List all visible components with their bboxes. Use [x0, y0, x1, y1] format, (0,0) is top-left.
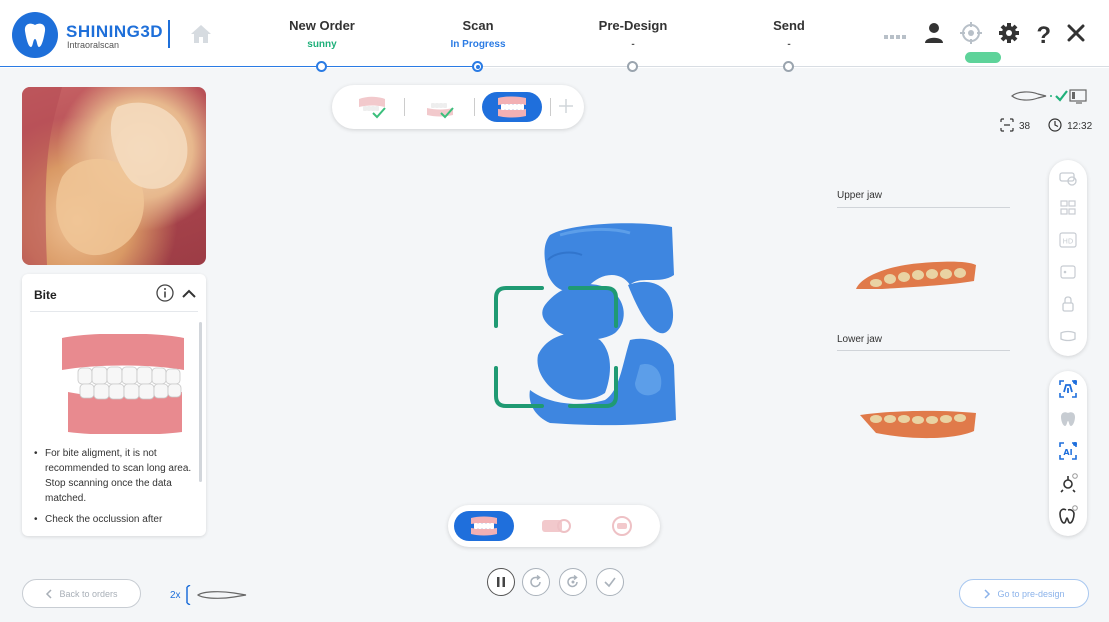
step-dot-pre-design	[627, 61, 638, 72]
scan-speed-indicator: 2x	[170, 585, 254, 605]
top-header: SHINING3D Intraoralscan New Order sunny …	[0, 0, 1109, 68]
back-to-orders-button[interactable]: Back to orders	[22, 579, 141, 608]
jaw-mode-bar	[332, 85, 584, 129]
svg-text:HD: HD	[1063, 238, 1074, 246]
bite-mode-button[interactable]	[482, 92, 542, 122]
upper-jaw-mode-button[interactable]	[344, 92, 400, 122]
go-to-pre-design-label: Go to pre-design	[997, 588, 1065, 599]
bite-panel-divider	[30, 311, 198, 312]
tooth-view-icon[interactable]	[1058, 168, 1078, 188]
lower-jaw-divider	[837, 350, 1010, 351]
bite-panel-scrollbar[interactable]	[199, 322, 202, 482]
brand-divider	[168, 20, 170, 48]
hd-mode-icon[interactable]: HD	[1058, 230, 1078, 250]
step-pre-design[interactable]: Pre-Design -	[573, 18, 693, 50]
help-icon[interactable]: ?	[1036, 23, 1051, 47]
go-to-pre-design-button[interactable]: Go to pre-design	[959, 579, 1089, 608]
home-icon[interactable]	[190, 24, 212, 49]
header-actions: ?	[884, 22, 1085, 49]
calibration-status-badge	[965, 52, 1001, 63]
rotate-view-icon[interactable]	[1058, 473, 1078, 493]
redo-button[interactable]	[522, 568, 550, 596]
scan-view-bar	[448, 505, 660, 547]
info-icon[interactable]	[156, 284, 174, 307]
bite-teeth-illustration	[60, 333, 186, 439]
gear-icon[interactable]	[998, 22, 1020, 49]
bite-guide-panel: Bite For bite aligment, it is not recomm…	[22, 274, 206, 536]
svg-text:AI: AI	[1063, 448, 1072, 457]
tooth-tool-icon[interactable]	[1058, 505, 1078, 525]
scanner-connected-icon	[1010, 87, 1090, 110]
step-scan[interactable]: Scan In Progress	[418, 18, 538, 50]
scan-view-side-button[interactable]	[540, 517, 572, 540]
brand-name: SHINING3D	[66, 22, 164, 41]
scan-focus-frame	[494, 286, 618, 413]
mode-separator	[404, 98, 405, 116]
bite-tip-item: Check the occlussion after	[34, 512, 194, 527]
scan-time: 12:32	[1067, 121, 1093, 132]
lock-icon[interactable]	[1058, 294, 1078, 314]
pause-button[interactable]	[487, 568, 515, 596]
chevron-left-icon	[46, 588, 53, 599]
mode-separator	[474, 98, 475, 116]
ai-scan-icon[interactable]: AI	[1058, 441, 1078, 461]
confirm-button[interactable]	[596, 568, 624, 596]
step-new-order[interactable]: New Order sunny	[262, 18, 382, 50]
lower-jaw-mode-button[interactable]	[412, 92, 468, 122]
upper-jaw-divider	[837, 207, 1010, 208]
clock-icon	[1048, 118, 1062, 135]
scan-view-front-button[interactable]	[610, 515, 634, 542]
dots-indicator-icon	[884, 27, 908, 45]
step-send[interactable]: Send -	[729, 18, 849, 50]
brand-subtitle: Intraoralscan	[67, 40, 120, 50]
upper-jaw-preview[interactable]	[852, 255, 980, 300]
scan-tool-column: AI	[1049, 371, 1087, 536]
user-icon[interactable]	[924, 22, 944, 49]
bite-panel-title: Bite	[34, 288, 57, 302]
step-dot-send	[783, 61, 794, 72]
camera-preview	[22, 87, 206, 265]
lower-jaw-label: Lower jaw	[837, 334, 883, 345]
tablet-view-icon[interactable]	[1058, 262, 1078, 282]
bite-tip-item: For bite aligment, it is not recommended…	[34, 446, 194, 506]
back-to-orders-label: Back to orders	[59, 588, 118, 599]
progress-track-active	[0, 66, 478, 67]
tooth-logo-icon	[12, 12, 58, 58]
frame-count-icon	[1000, 118, 1014, 135]
close-icon[interactable]	[1067, 24, 1085, 47]
calibration-icon[interactable]	[960, 22, 983, 49]
lower-jaw-preview[interactable]	[856, 405, 980, 450]
step-dot-new-order	[316, 61, 327, 72]
scan-status-row: 38 12:32	[1000, 118, 1092, 135]
bite-tips-list: For bite aligment, it is not recommended…	[34, 446, 194, 533]
chevron-right-icon	[984, 588, 991, 599]
tooth-filter-icon[interactable]	[1058, 409, 1078, 429]
scan-multiplier: 2x	[170, 589, 181, 601]
upper-jaw-label: Upper jaw	[837, 190, 883, 201]
step-dot-scan	[472, 61, 483, 72]
scanner-probe-icon	[185, 585, 246, 605]
jaw-base-icon[interactable]	[1058, 326, 1078, 346]
scan-view-bite-button[interactable]	[454, 511, 514, 541]
add-mode-icon[interactable]	[558, 97, 574, 120]
frame-count: 38	[1019, 121, 1031, 132]
refresh-button[interactable]	[559, 568, 587, 596]
chevron-up-icon[interactable]	[182, 286, 196, 304]
mode-separator	[550, 98, 551, 116]
texture-view-icon[interactable]	[1058, 198, 1078, 218]
view-tool-column: HD	[1049, 160, 1087, 356]
ai-tooth-scan-icon[interactable]	[1058, 379, 1078, 399]
